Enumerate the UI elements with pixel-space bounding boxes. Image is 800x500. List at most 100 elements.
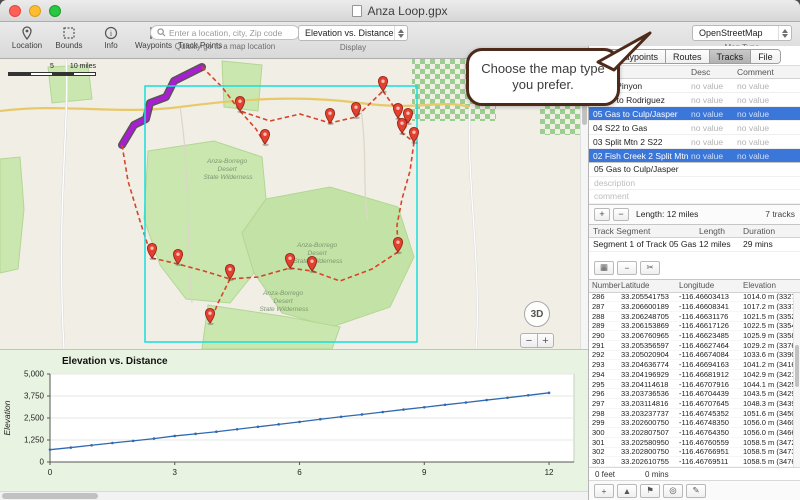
map-type-dropdown[interactable]: OpenStreetMap (692, 25, 792, 41)
point-longitude: -116.46769511 (679, 457, 743, 466)
point-row[interactable]: 298 33.203237737 -116.46745352 1051.6 m … (589, 409, 793, 419)
point-row[interactable]: 289 33.206153869 -116.46617126 1022.5 m … (589, 322, 793, 332)
chart-title: Elevation vs. Distance (62, 356, 168, 367)
zoom-in-button[interactable]: + (537, 333, 554, 348)
3d-view-button[interactable]: 3D (524, 301, 550, 327)
flag-point-icon[interactable]: ⚑ (640, 484, 660, 498)
point-longitude: -116.46617126 (679, 321, 743, 330)
point-row[interactable]: 302 33.202800750 -116.46766951 1058.5 m … (589, 448, 793, 458)
point-row[interactable]: 294 33.204196929 -116.46681912 1042.9 m … (589, 370, 793, 380)
track-comment-field[interactable]: comment (589, 190, 800, 204)
track-description-field[interactable]: description (589, 177, 800, 191)
track-name: 04 S22 to Gas (589, 123, 691, 133)
track-row[interactable]: 04 S22 to Gas no value no value (589, 121, 800, 135)
selected-distance-label: 0 feet (595, 470, 615, 479)
point-latitude: 33.203237737 (621, 409, 679, 418)
points-table: 286 33.205541753 -116.46603413 1014.0 m … (589, 293, 800, 468)
point-row[interactable]: 299 33.202600750 -116.46748350 1056.0 m … (589, 418, 793, 428)
track-row[interactable]: 03 Split Mtn 2 S22 no value no value (589, 135, 800, 149)
fullscreen-button[interactable] (49, 5, 61, 17)
point-row[interactable]: 303 33.202610755 -116.46769511 1058.5 m … (589, 457, 793, 467)
point-elevation: 1014.0 m (3327 ft) (743, 293, 793, 302)
point-number: 288 (589, 312, 621, 321)
segment-row[interactable]: Segment 1 of Track 05 Gas to Culp/ 12 mi… (589, 238, 800, 252)
terrain-icon[interactable]: ▲ (617, 484, 637, 498)
split-segment-icon[interactable]: ✂ (640, 261, 660, 275)
callout-tail (592, 32, 656, 74)
track-comment: no value (737, 123, 800, 133)
location-button[interactable]: Location (6, 24, 48, 50)
points-scrollbar[interactable] (793, 293, 800, 468)
point-elevation: 1044.1 m (3425 ft) (743, 380, 793, 389)
elevation-chart: 01,2502,5003,7505,000036912Elevation vs.… (0, 350, 588, 492)
display-caption: Display (298, 43, 408, 52)
track-row[interactable]: 02 Fish Creek 2 Split Mtn Rd. no value n… (589, 149, 800, 163)
close-button[interactable] (9, 5, 21, 17)
point-row[interactable]: 286 33.205541753 -116.46603413 1014.0 m … (589, 293, 793, 303)
zoom-out-button[interactable]: − (520, 333, 537, 348)
point-row[interactable]: 290 33.206760965 -116.46623485 1025.9 m … (589, 331, 793, 341)
point-row[interactable]: 296 33.203736536 -116.46704439 1043.5 m … (589, 389, 793, 399)
track-length-label: Length: 12 miles (636, 209, 698, 219)
point-number: 292 (589, 350, 621, 359)
tab-routes[interactable]: Routes (666, 50, 710, 63)
point-row[interactable]: 291 33.205356597 -116.46627464 1029.2 m … (589, 341, 793, 351)
merge-segment-icon[interactable]: ▦ (594, 261, 614, 275)
point-longitude: -116.46760559 (679, 438, 743, 447)
search-icon (157, 28, 166, 37)
edit-point-icon[interactable]: ✎ (686, 484, 706, 498)
track-comment: no value (737, 137, 800, 147)
track-row[interactable]: asper to Rodriguez no value no value (589, 93, 800, 107)
stepper-arrows-icon (394, 26, 407, 40)
point-latitude: 33.204636774 (621, 360, 679, 369)
tab-file[interactable]: File (751, 50, 780, 63)
svg-text:5,000: 5,000 (24, 370, 45, 379)
point-number: 301 (589, 438, 621, 447)
point-number: 293 (589, 360, 621, 369)
main-content: Anza-Borrego Desert State Wilderness Anz… (0, 59, 588, 500)
point-row[interactable]: 297 33.203114816 -116.46707645 1048.3 m … (589, 399, 793, 409)
point-latitude: 33.206248705 (621, 312, 679, 321)
add-point-icon[interactable]: + (594, 484, 614, 498)
remove-track-button[interactable]: − (613, 208, 629, 221)
point-row[interactable]: 287 33.206600189 -116.46608341 1017.2 m … (589, 302, 793, 312)
point-latitude: 33.206760965 (621, 331, 679, 340)
track-comment: no value (737, 151, 800, 161)
point-row[interactable]: 300 33.202807507 -116.46764350 1056.0 m … (589, 428, 793, 438)
minimize-button[interactable] (29, 5, 41, 17)
track-name: 03 Split Mtn 2 S22 (589, 137, 691, 147)
svg-text:1,250: 1,250 (24, 436, 45, 445)
info-button[interactable]: i Info (90, 24, 132, 50)
add-track-button[interactable]: + (594, 208, 610, 221)
point-longitude: -116.46766951 (679, 447, 743, 456)
point-row[interactable]: 301 33.202580950 -116.46760559 1058.5 m … (589, 438, 793, 448)
point-number: 295 (589, 380, 621, 389)
svg-text:i: i (110, 29, 113, 38)
point-row[interactable]: 293 33.204636774 -116.46694163 1041.2 m … (589, 360, 793, 370)
point-row[interactable]: 295 33.204114618 -116.46707916 1044.1 m … (589, 380, 793, 390)
svg-text:9: 9 (422, 468, 427, 477)
bounds-button[interactable]: Bounds (48, 24, 90, 50)
search-placeholder: Enter a location, city, Zip code (169, 28, 282, 38)
point-elevation: 1048.3 m (3439 ft) (743, 399, 793, 408)
target-icon[interactable]: ◎ (663, 484, 683, 498)
point-longitude: -116.46707916 (679, 380, 743, 389)
point-elevation: 1058.5 m (3473 ft) (743, 447, 793, 456)
point-row[interactable]: 288 33.206248705 -116.46631176 1021.5 m … (589, 312, 793, 322)
search-input[interactable]: Enter a location, city, Zip code (150, 25, 300, 40)
point-row[interactable]: 292 33.205020904 -116.46674084 1033.6 m … (589, 351, 793, 361)
track-row[interactable]: uez 2 Pinyon no value no value (589, 79, 800, 93)
track-row[interactable]: 05 Gas to Culp/Jasper no value no value (589, 107, 800, 121)
point-number: 294 (589, 370, 621, 379)
remove-segment-icon[interactable]: − (617, 261, 637, 275)
horizontal-scrollbar[interactable] (0, 491, 588, 500)
tab-tracks[interactable]: Tracks (710, 50, 752, 63)
point-latitude: 33.206153869 (621, 321, 679, 330)
svg-text:6: 6 (297, 468, 302, 477)
track-name-field[interactable]: 05 Gas to Culp/Jasper (589, 163, 800, 177)
point-elevation: 1056.0 m (3466 ft) (743, 428, 793, 437)
svg-text:0: 0 (48, 468, 53, 477)
point-longitude: -116.46627464 (679, 341, 743, 350)
window-title: Anza Loop.gpx (367, 4, 447, 18)
display-dropdown[interactable]: Elevation vs. Distance (298, 25, 408, 41)
